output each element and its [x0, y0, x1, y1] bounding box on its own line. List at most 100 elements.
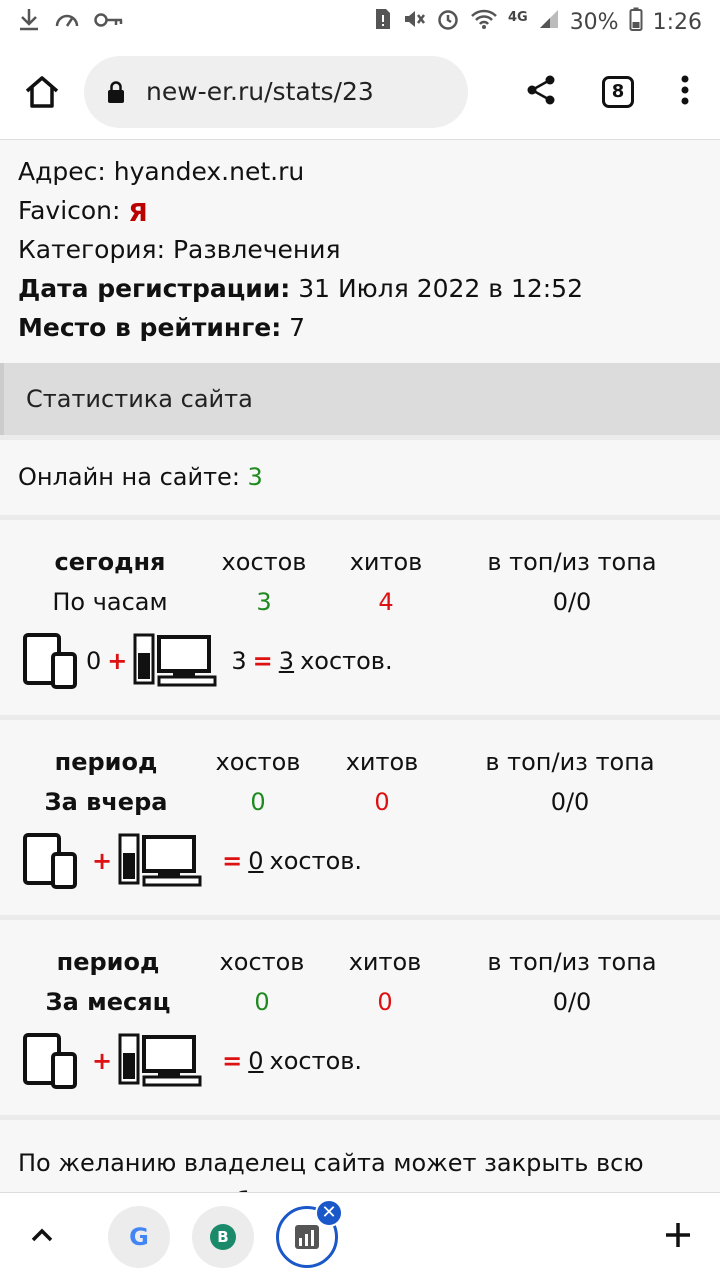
period-label: За месяц — [45, 988, 171, 1016]
hits-header: хитов — [348, 948, 422, 976]
url-bar[interactable]: new-er.ru/stats/23 — [84, 55, 468, 128]
period-label: За вчера — [44, 788, 168, 816]
url-text: new-er.ru/stats/23 — [146, 77, 374, 106]
total-count: 3 — [278, 647, 295, 675]
top-value: 0/0 — [552, 588, 592, 616]
top-header: в топ/из топа — [487, 548, 657, 576]
online-label: Онлайн на сайте: — [18, 463, 240, 491]
hosts-value: 3 — [256, 588, 272, 616]
hosts-header: хостов — [221, 548, 307, 576]
speedometer-icon — [54, 8, 80, 36]
device-breakdown: 0 + 3 = 3 хостов. — [22, 632, 393, 690]
hosts-header: хостов — [219, 948, 305, 976]
stats-section-title: Статистика сайта — [0, 363, 720, 435]
site-info-block: Адрес: hyandex.net.ru Favicon: Я Категор… — [0, 140, 720, 363]
mobile-devices-icon — [23, 633, 77, 689]
equals-sign: = — [252, 647, 273, 675]
top-header: в топ/из топа — [485, 748, 655, 776]
plus-sign: + — [92, 1047, 113, 1075]
hits-value: 0 — [377, 988, 393, 1016]
hosts-value: 0 — [250, 788, 266, 816]
stats-card-today: сегодня хостов хитов в топ/из топа По ча… — [0, 520, 720, 715]
expand-tabs-button[interactable] — [30, 1227, 54, 1247]
site-b-icon: B — [210, 1223, 236, 1250]
network-type: 4G — [507, 9, 528, 25]
plus-sign: + — [107, 647, 128, 675]
favicon-row: Favicon: Я — [18, 191, 702, 230]
google-icon: G — [129, 1222, 149, 1251]
total-suffix: хостов. — [300, 647, 393, 675]
privacy-note: По желанию владелец сайта может закрыть … — [0, 1120, 720, 1192]
clock: 1:26 — [652, 9, 702, 35]
total-suffix: хостов. — [269, 1047, 363, 1075]
period-header: период — [54, 748, 158, 776]
total-suffix: хостов. — [269, 847, 363, 875]
address-row: Адрес: hyandex.net.ru — [18, 140, 702, 191]
more-vert-icon — [681, 75, 689, 104]
address-value: hyandex.net.ru — [113, 157, 305, 186]
share-icon — [527, 75, 555, 104]
address-label: Адрес: — [18, 157, 106, 186]
page-content: Адрес: hyandex.net.ru Favicon: Я Категор… — [0, 140, 720, 1192]
plus-icon — [666, 1222, 690, 1247]
wifi-icon — [470, 8, 498, 36]
online-row: Онлайн на сайте: 3 — [0, 440, 720, 515]
status-bar: 4G 30% 1:26 — [0, 0, 720, 44]
reg-date-value: 31 Июля 2022 в 12:52 — [298, 274, 583, 303]
period-header: сегодня — [54, 548, 166, 576]
tab-switcher-button[interactable]: 8 — [602, 75, 634, 108]
new-tab-button[interactable] — [664, 1221, 692, 1253]
hosts-header: хостов — [215, 748, 301, 776]
sim-alert-icon — [374, 7, 392, 37]
battery-percent: 30% — [569, 9, 619, 35]
chevron-up-icon — [31, 1228, 53, 1241]
share-button[interactable] — [526, 75, 556, 109]
battery-icon — [629, 7, 643, 37]
rank-value: 7 — [289, 313, 306, 342]
device-breakdown: + = 0 хостов. — [22, 1032, 362, 1090]
reg-date-label: Дата регистрации: — [18, 274, 291, 303]
stats-chart-icon — [295, 1224, 319, 1249]
hits-header: хитов — [345, 748, 419, 776]
home-button[interactable] — [0, 75, 84, 109]
reg-date-row: Дата регистрации: 31 Июля 2022 в 12:52 — [18, 269, 702, 308]
total-count: 0 — [248, 1047, 264, 1075]
total-count: 0 — [248, 847, 264, 875]
hits-header: хитов — [349, 548, 423, 576]
device-breakdown: + = 0 хостов. — [22, 832, 362, 890]
key-icon — [94, 10, 124, 35]
alarm-icon — [436, 7, 460, 37]
browser-toolbar: new-er.ru/stats/23 8 — [0, 44, 720, 140]
tab-site-b[interactable]: B — [192, 1205, 254, 1268]
close-tab-icon[interactable]: ✕ — [315, 1198, 343, 1227]
desktop-computer-icon — [118, 1033, 202, 1087]
period-header: период — [56, 948, 160, 976]
favicon-label: Favicon: — [18, 196, 121, 225]
category-label: Категория: — [18, 235, 166, 264]
signal-icon — [538, 8, 560, 36]
mute-icon — [402, 7, 426, 37]
period-label: По часам — [52, 588, 168, 616]
rank-row: Место в рейтинге: 7 — [18, 308, 702, 347]
top-header: в топ/из топа — [487, 948, 657, 976]
tab-google[interactable]: G — [108, 1205, 170, 1268]
hits-value: 0 — [374, 788, 390, 816]
menu-button[interactable] — [680, 75, 690, 109]
bottom-tab-bar: G B ✕ — [0, 1192, 720, 1280]
tab-stats-active[interactable]: ✕ — [276, 1198, 343, 1268]
stats-card-yesterday: период хостов хитов в топ/из топа За вче… — [0, 720, 720, 915]
hosts-value: 0 — [254, 988, 270, 1016]
hits-value: 4 — [378, 588, 394, 616]
lock-icon — [108, 80, 124, 103]
mobile-devices-icon — [23, 833, 77, 889]
desktop-computer-icon — [118, 833, 202, 887]
mobile-devices-icon — [23, 1033, 77, 1089]
top-value: 0/0 — [552, 988, 592, 1016]
desktop-count: 3 — [231, 647, 247, 675]
rank-label: Место в рейтинге: — [18, 313, 282, 342]
download-icon — [18, 7, 40, 37]
desktop-computer-icon — [133, 633, 217, 687]
mobile-count: 0 — [86, 647, 102, 675]
home-icon — [25, 75, 59, 108]
equals-sign: = — [222, 847, 243, 875]
